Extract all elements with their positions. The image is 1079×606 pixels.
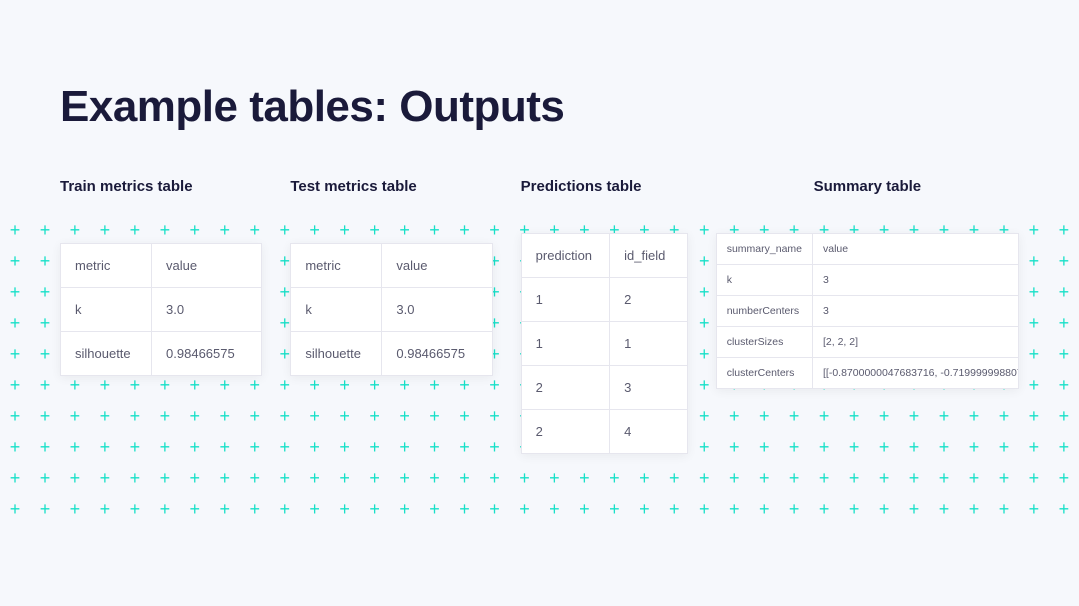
table-cell: 0.98466575 — [152, 332, 262, 376]
table-cell: silhouette — [291, 332, 382, 376]
table-cell: 2 — [521, 410, 609, 454]
table-row: 2 4 — [521, 410, 687, 454]
table-cell: 1 — [610, 322, 688, 366]
tables-row: Train metrics table metric value k 3.0 s… — [60, 178, 1019, 454]
test-metrics-block: Test metrics table metric value k 3.0 si… — [290, 178, 492, 376]
table-cell: clusterSizes — [716, 327, 812, 358]
summary-table: summary_name value k 3 numberCenters 3 c… — [716, 233, 1019, 389]
table-cell: [2, 2, 2] — [813, 327, 1019, 358]
table-row: k 3 — [716, 265, 1018, 296]
table-row: 2 3 — [521, 366, 687, 410]
table-row: silhouette 0.98466575 — [61, 332, 262, 376]
table-row: prediction id_field — [521, 234, 687, 278]
table-row: k 3.0 — [291, 288, 492, 332]
table-row: clusterCenters [[-0.8700000047683716, -0… — [716, 358, 1018, 389]
table-header: metric — [61, 244, 152, 288]
table-row: numberCenters 3 — [716, 296, 1018, 327]
table-row: clusterSizes [2, 2, 2] — [716, 327, 1018, 358]
page-title: Example tables: Outputs — [60, 82, 1019, 132]
table-row: 1 1 — [521, 322, 687, 366]
table-cell: 2 — [610, 278, 688, 322]
predictions-table: prediction id_field 1 2 1 1 2 3 2 4 — [521, 233, 688, 454]
table-row: 1 2 — [521, 278, 687, 322]
summary-block: Summary table summary_name value k 3 num… — [716, 178, 1019, 389]
table-cell: 1 — [521, 278, 609, 322]
test-metrics-table: metric value k 3.0 silhouette 0.98466575 — [290, 243, 492, 376]
table-header: value — [382, 244, 492, 288]
summary-caption: Summary table — [716, 178, 1019, 195]
table-cell: 3.0 — [152, 288, 262, 332]
table-cell: clusterCenters — [716, 358, 812, 389]
table-header: metric — [291, 244, 382, 288]
table-row: k 3.0 — [61, 288, 262, 332]
table-cell: 4 — [610, 410, 688, 454]
table-row: metric value — [291, 244, 492, 288]
train-metrics-caption: Train metrics table — [60, 178, 262, 195]
table-cell: [[-0.8700000047683716, -0.71999999880790… — [813, 358, 1019, 389]
table-cell: k — [716, 265, 812, 296]
table-header: value — [813, 234, 1019, 265]
table-cell: numberCenters — [716, 296, 812, 327]
predictions-caption: Predictions table — [521, 178, 688, 195]
table-header: id_field — [610, 234, 688, 278]
train-metrics-block: Train metrics table metric value k 3.0 s… — [60, 178, 262, 376]
table-header: value — [152, 244, 262, 288]
table-cell: 2 — [521, 366, 609, 410]
test-metrics-caption: Test metrics table — [290, 178, 492, 195]
table-row: metric value — [61, 244, 262, 288]
table-cell: 3 — [813, 296, 1019, 327]
table-cell: k — [61, 288, 152, 332]
table-cell: 1 — [521, 322, 609, 366]
train-metrics-table: metric value k 3.0 silhouette 0.98466575 — [60, 243, 262, 376]
table-header: summary_name — [716, 234, 812, 265]
table-cell: k — [291, 288, 382, 332]
table-header: prediction — [521, 234, 609, 278]
table-cell: silhouette — [61, 332, 152, 376]
table-row: silhouette 0.98466575 — [291, 332, 492, 376]
table-cell: 3 — [610, 366, 688, 410]
table-cell: 3 — [813, 265, 1019, 296]
table-row: summary_name value — [716, 234, 1018, 265]
table-cell: 3.0 — [382, 288, 492, 332]
predictions-block: Predictions table prediction id_field 1 … — [521, 178, 688, 454]
table-cell: 0.98466575 — [382, 332, 492, 376]
